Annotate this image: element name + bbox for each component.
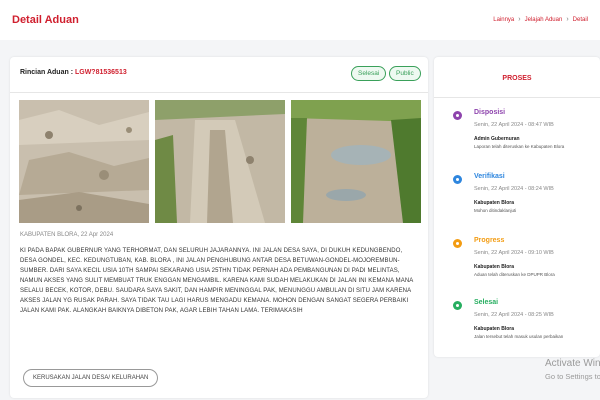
watermark-subtitle: Go to Settings to activate Windows. bbox=[545, 372, 600, 381]
progress-card: PROSES Disposisi Senin, 22 April 2024 - … bbox=[434, 57, 600, 357]
watermark-title: Activate Windows bbox=[545, 358, 600, 369]
timeline-status: Progress bbox=[474, 237, 505, 244]
timeline-note: Laporan telah diteruskan ke Kabupaten Bl… bbox=[474, 144, 565, 149]
progress-title: PROSES bbox=[502, 75, 532, 82]
timeline-time: Senin, 22 April 2024 - 09:10 WIB bbox=[474, 250, 554, 256]
timeline-actor: Admin Gubernuran bbox=[474, 136, 520, 142]
timeline-time: Senin, 22 April 2024 - 08:25 WIB bbox=[474, 312, 554, 318]
timeline-status: Verifikasi bbox=[474, 173, 505, 180]
breadcrumb-item-lainnya[interactable]: Lainnya bbox=[493, 17, 514, 23]
page-title: Detail Aduan bbox=[12, 14, 79, 26]
timeline-actor: Kabupaten Blora bbox=[474, 264, 515, 270]
divider bbox=[434, 97, 600, 98]
disposisi-status-icon bbox=[453, 111, 462, 120]
timeline-status: Selesai bbox=[474, 299, 499, 306]
timeline-time: Senin, 22 April 2024 - 08:24 WIB bbox=[474, 186, 554, 192]
complaint-detail-card: Rincian Aduan : LGW?81536513 Selesai Pub… bbox=[10, 57, 428, 398]
verifikasi-status-icon bbox=[453, 175, 462, 184]
timeline-status: Disposisi bbox=[474, 109, 506, 116]
breadcrumb: Lainnya › Jelajah Aduan › Detail bbox=[493, 16, 588, 23]
rincian-header: Rincian Aduan : LGW?81536513 bbox=[20, 69, 127, 76]
complaint-code: LGW?81536513 bbox=[74, 69, 127, 76]
timeline-note: Mohon ditindaklanjuti bbox=[474, 208, 517, 213]
top-bar: Detail Aduan Lainnya › Jelajah Aduan › D… bbox=[0, 0, 600, 40]
selesai-status-icon bbox=[453, 301, 462, 310]
complaint-photo-2[interactable] bbox=[155, 100, 285, 223]
complaint-photo-1[interactable] bbox=[19, 100, 149, 223]
activate-windows-watermark: Activate Windows Go to Settings to activ… bbox=[545, 357, 600, 383]
complaint-description: KI PADA BAPAK GUBERNUR YANG TERHORMAT, D… bbox=[20, 248, 414, 314]
timeline-note: Aduan telah diteruskan ke DPUPR Blora bbox=[474, 272, 555, 277]
timeline-note: Jalan tersebut telah masuk usulan perbai… bbox=[474, 334, 564, 339]
status-badge: Selesai bbox=[351, 66, 387, 81]
complaint-photo-3[interactable] bbox=[291, 100, 421, 223]
category-tag[interactable]: KERUSAKAN JALAN DESA/ KELURAHAN bbox=[23, 369, 159, 387]
divider bbox=[10, 92, 428, 93]
visibility-badge: Public bbox=[389, 66, 421, 81]
rincian-label: Rincian Aduan : bbox=[20, 69, 74, 76]
breadcrumb-item-jelajah-aduan[interactable]: Jelajah Aduan bbox=[525, 17, 563, 23]
complaint-meta: KABUPATEN BLORA, 22 Apr 2024 bbox=[20, 232, 114, 238]
progress-status-icon bbox=[453, 239, 462, 248]
breadcrumb-item-detail: Detail bbox=[572, 16, 588, 23]
timeline-actor: Kabupaten Blora bbox=[474, 200, 515, 206]
chevron-right-icon: › bbox=[518, 16, 521, 23]
chevron-right-icon: › bbox=[566, 16, 569, 23]
timeline-time: Senin, 22 April 2024 - 08:47 WIB bbox=[474, 122, 554, 128]
timeline-actor: Kabupaten Blora bbox=[474, 326, 515, 332]
